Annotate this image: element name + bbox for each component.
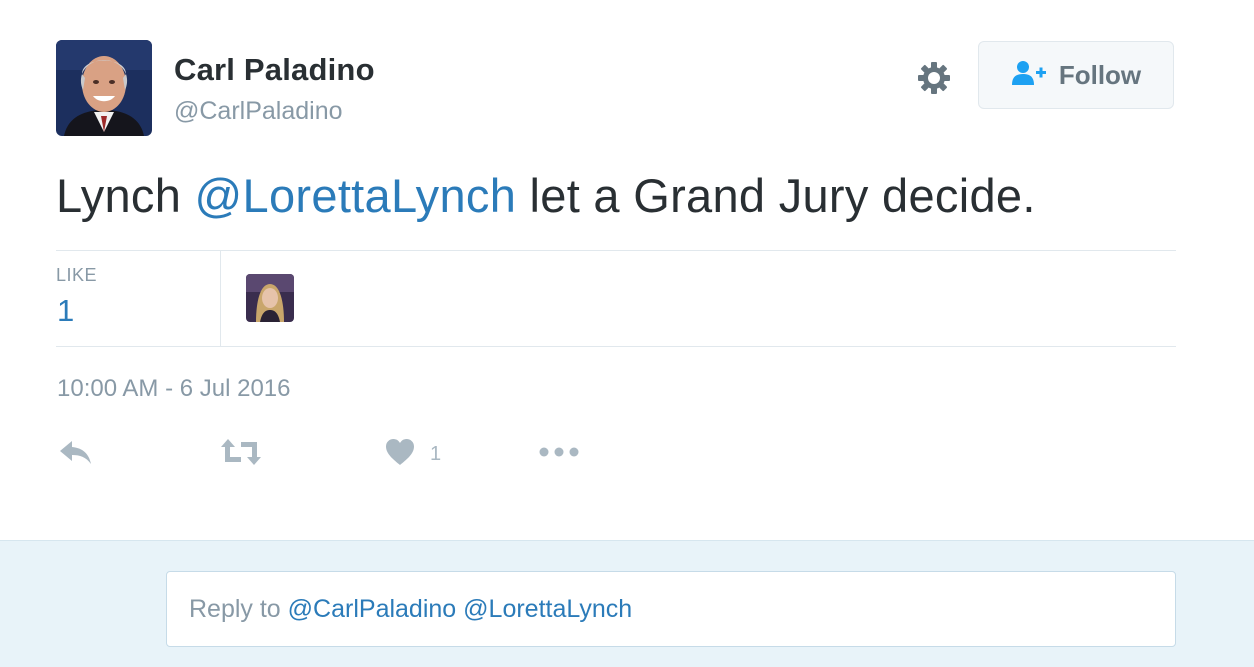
author-avatar[interactable] (56, 40, 152, 136)
reply-icon (58, 437, 94, 472)
more-dots-icon (538, 442, 580, 467)
reply-placeholder: Reply to @CarlPaladino @LorettaLynch (189, 595, 632, 624)
like-action-count: 1 (430, 442, 442, 465)
reply-button[interactable] (58, 436, 94, 472)
like-stat[interactable]: LIKE 1 (56, 251, 221, 346)
retweet-icon (219, 437, 263, 472)
reply-area: Reply to @CarlPaladino @LorettaLynch (0, 540, 1254, 667)
like-button[interactable]: 1 (384, 436, 441, 472)
retweet-button[interactable] (219, 436, 263, 472)
follow-button[interactable]: Follow (978, 41, 1174, 109)
tweet-text-after: let a Grand Jury decide. (516, 169, 1036, 222)
tweet-mention-link[interactable]: @LorettaLynch (195, 169, 517, 222)
gear-icon[interactable] (914, 58, 954, 98)
tweet-text: Lynch @LorettaLynch let a Grand Jury dec… (56, 168, 1036, 223)
tweet-stats: LIKE 1 (56, 250, 1176, 347)
like-stat-label: LIKE (56, 265, 98, 285)
reply-input[interactable]: Reply to @CarlPaladino @LorettaLynch (166, 571, 1176, 647)
like-stat-count: 1 (57, 293, 75, 328)
tweet-timestamp[interactable]: 10:00 AM - 6 Jul 2016 (57, 375, 290, 403)
author-handle[interactable]: @CarlPaladino (174, 97, 343, 126)
heart-icon (384, 437, 416, 472)
reply-prefix: Reply to (189, 595, 288, 623)
reply-mention-lynch: @LorettaLynch (463, 595, 633, 623)
follow-user-icon (1011, 60, 1049, 91)
more-button[interactable] (538, 436, 580, 472)
reply-mention-author: @CarlPaladino (287, 595, 457, 623)
follow-label: Follow (1058, 59, 1142, 90)
liker-avatar[interactable] (246, 274, 294, 322)
tweet-card: Carl Paladino @CarlPaladino Follow Lynch… (0, 0, 1254, 540)
author-display-name[interactable]: Carl Paladino (174, 52, 375, 88)
tweet-text-before: Lynch (56, 169, 195, 222)
